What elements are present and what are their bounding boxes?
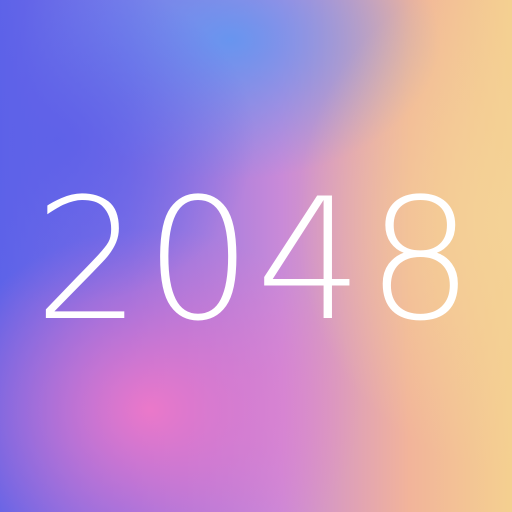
app-icon: 2048 <box>0 0 512 512</box>
app-title: 2048 <box>34 162 478 358</box>
